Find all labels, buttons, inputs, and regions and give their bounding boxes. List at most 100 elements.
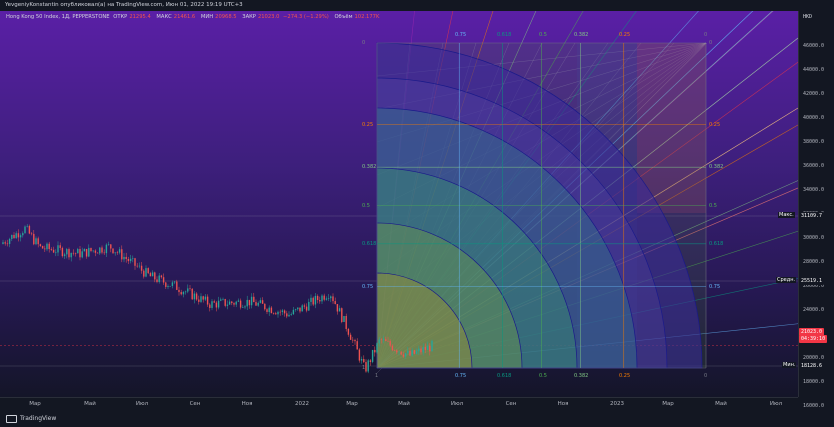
candle-body xyxy=(266,309,268,312)
candle-body xyxy=(112,248,114,254)
low-label: МИН xyxy=(200,14,214,20)
candle-body xyxy=(380,339,383,341)
candle-body xyxy=(26,225,28,227)
price-tick-label: 30000.0 xyxy=(803,235,825,241)
chart-pane[interactable]: Hong Kong 50 Index, 1Д, PEPPERSTONE ОТКР… xyxy=(0,11,798,397)
time-tick-label: Май xyxy=(715,401,727,407)
chart-canvas[interactable] xyxy=(0,11,798,397)
candle-body xyxy=(28,225,31,234)
avg-price-tag: 25519.1 xyxy=(799,277,825,285)
candle-body xyxy=(301,305,303,312)
candle-body xyxy=(272,313,275,314)
candle-body xyxy=(297,307,299,310)
candle-body xyxy=(167,286,169,287)
candle-body xyxy=(63,254,66,257)
candle-body xyxy=(268,307,270,312)
candle-body xyxy=(110,244,112,249)
candle-body xyxy=(85,248,88,257)
fib-level-label: 0.75 xyxy=(362,284,374,290)
price-tick-label: 38000.0 xyxy=(803,139,825,145)
candle-body xyxy=(224,299,226,306)
candle-body xyxy=(226,304,229,306)
bar-countdown: 04:39:10 xyxy=(799,335,828,343)
open-value: 21295.4 xyxy=(129,14,151,20)
candle-body xyxy=(288,314,290,317)
fib-level-label: 0.618 xyxy=(709,241,724,247)
candle-body xyxy=(217,300,220,308)
candle-body xyxy=(61,247,64,257)
price-tick-label: 16000.0 xyxy=(803,403,825,409)
candle-body xyxy=(299,307,301,312)
candle-body xyxy=(151,272,154,277)
candle-body xyxy=(237,300,240,302)
candle-body xyxy=(382,339,385,341)
candle-body xyxy=(239,300,242,308)
candle-body xyxy=(387,341,389,342)
candle-body xyxy=(233,303,235,305)
candle-body xyxy=(396,350,398,353)
time-scale[interactable]: Мар Май Июл Сен Ноя 2022 Мар Май Июл Сен Ноя 2023 Ма… xyxy=(0,397,798,411)
candle-body xyxy=(147,268,149,274)
candle-body xyxy=(107,244,110,245)
candle-body xyxy=(305,306,308,311)
candle-body xyxy=(319,299,321,302)
publication-title: YevgeniyKonstantin опубликовал(а) на Tra… xyxy=(5,2,243,8)
fib-level-label: 0.75 xyxy=(455,32,467,38)
candle-body xyxy=(136,265,138,267)
fib-level-label: 0 xyxy=(704,373,708,379)
fib-level-label: 0.25 xyxy=(362,122,374,128)
candle-body xyxy=(46,243,48,250)
candle-body xyxy=(310,297,312,302)
candle-body xyxy=(281,310,284,312)
candle-body xyxy=(369,360,372,362)
candle-body xyxy=(316,295,319,300)
candle-body xyxy=(101,247,103,253)
footer-brand: TradingView xyxy=(20,415,57,422)
fib-level-label: 0 xyxy=(704,32,708,38)
candle-body xyxy=(279,311,281,313)
candle-body xyxy=(44,248,46,250)
candle-body xyxy=(376,343,378,353)
candle-body xyxy=(72,252,75,254)
candle-body xyxy=(114,252,116,254)
time-tick-label: Май xyxy=(398,401,410,407)
candle-body xyxy=(52,249,55,253)
candle-body xyxy=(105,244,108,254)
time-tick-label: Сен xyxy=(505,401,517,407)
candle-body xyxy=(57,245,59,253)
time-tick-label: Ноя xyxy=(241,401,253,407)
fib-level-label: 0.382 xyxy=(709,164,724,170)
candle-body xyxy=(391,345,394,351)
candle-body xyxy=(257,302,259,306)
candle-body xyxy=(429,345,431,352)
high-label: МАКС xyxy=(156,14,172,20)
candle-body xyxy=(134,258,136,266)
avg-line-label: Средн. xyxy=(776,277,797,283)
candle-body xyxy=(418,348,420,352)
candle-body xyxy=(360,359,363,361)
candle-body xyxy=(321,295,323,302)
price-scale[interactable]: HKD 46000.0 44000.0 42000.0 40000.0 38000.0 3… xyxy=(798,11,834,409)
candle-body xyxy=(415,351,418,354)
candle-body xyxy=(420,348,422,353)
candle-body xyxy=(90,247,92,252)
currency-label: HKD xyxy=(803,14,813,20)
candle-body xyxy=(211,301,213,308)
price-tick-label: 34000.0 xyxy=(803,187,825,193)
candle-body xyxy=(345,316,347,329)
candle-body xyxy=(308,301,310,311)
candle-body xyxy=(13,234,15,239)
candle-body xyxy=(30,233,33,235)
time-tick-label: Июл xyxy=(135,401,149,407)
candle-body xyxy=(195,293,198,300)
candle-body xyxy=(286,313,288,317)
candle-body xyxy=(354,340,356,342)
fib-level-label: 0.618 xyxy=(497,373,512,379)
candle-body xyxy=(182,291,185,295)
candle-body xyxy=(341,308,343,322)
candle-body xyxy=(336,304,339,312)
candle-body xyxy=(349,334,352,340)
candle-body xyxy=(404,353,407,357)
candle-body xyxy=(244,306,246,308)
time-tick-label: Ноя xyxy=(557,401,569,407)
